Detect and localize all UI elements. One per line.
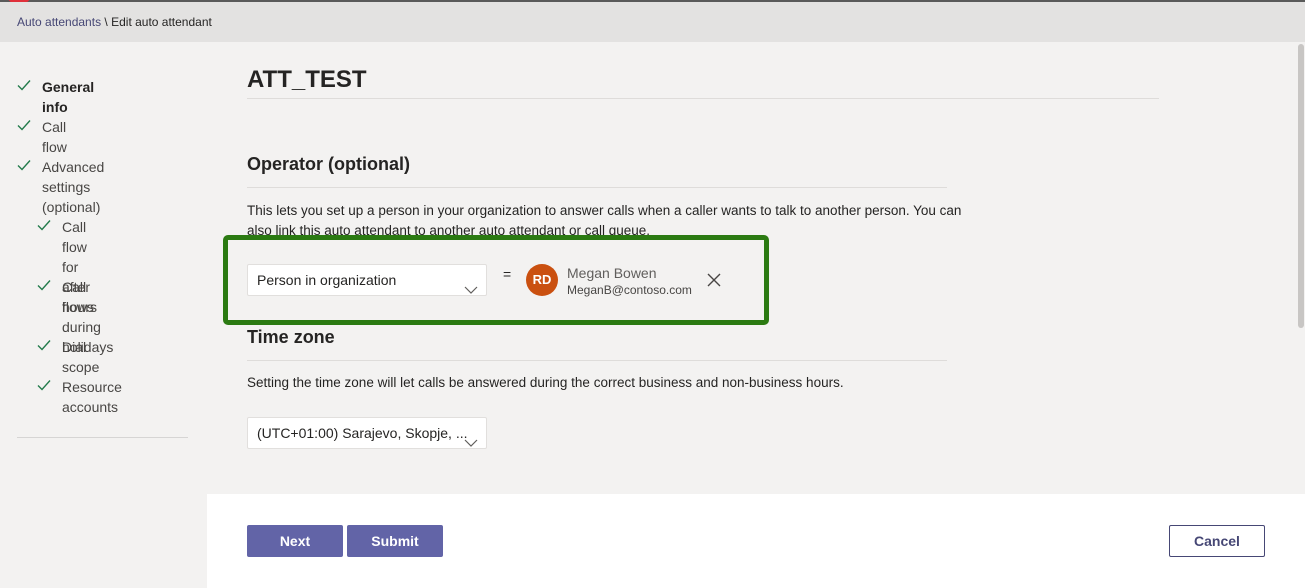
- step-label: Dial scope: [62, 339, 100, 375]
- step-label: Resource accounts: [62, 379, 122, 415]
- timezone-description: Setting the time zone will let calls be …: [247, 375, 844, 390]
- scrollbar-thumb[interactable]: [1298, 44, 1304, 328]
- main-content: ATT_TEST Operator (optional) This lets y…: [207, 42, 1297, 494]
- operator-person-name: Megan Bowen: [567, 265, 657, 281]
- remove-operator-button[interactable]: [706, 272, 722, 288]
- timezone-dropdown[interactable]: (UTC+01:00) Sarajevo, Skopje, ...: [247, 417, 487, 449]
- breadcrumb: Auto attendants \ Edit auto attendant: [0, 2, 1305, 42]
- breadcrumb-current: Edit auto attendant: [111, 15, 212, 29]
- next-button[interactable]: Next: [247, 525, 343, 557]
- submit-button[interactable]: Submit: [347, 525, 443, 557]
- operator-person-email: MeganB@contoso.com: [567, 283, 692, 297]
- checkmark-icon: [17, 157, 33, 177]
- timezone-section-divider: [247, 360, 947, 361]
- title-divider: [247, 98, 1159, 99]
- operator-type-dropdown[interactable]: Person in organization: [247, 264, 487, 296]
- checkmark-icon: [17, 77, 33, 97]
- operator-section-title: Operator (optional): [247, 154, 410, 174]
- breadcrumb-separator: \: [101, 15, 112, 29]
- avatar: RD: [526, 264, 558, 296]
- checkmark-icon: [37, 337, 53, 357]
- chevron-down-icon: [464, 275, 478, 305]
- checkmark-icon: [37, 277, 53, 297]
- footer-actions: Next Submit Cancel: [207, 494, 1305, 588]
- chevron-down-icon: [464, 428, 478, 458]
- operator-type-value: Person in organization: [257, 272, 397, 288]
- step-label: Advanced settings (optional): [42, 159, 105, 215]
- breadcrumb-auto-attendants-link[interactable]: Auto attendants: [17, 15, 101, 29]
- step-label: General info: [42, 79, 95, 115]
- timezone-section-title: Time zone: [247, 327, 335, 347]
- timezone-value: (UTC+01:00) Sarajevo, Skopje, ...: [257, 425, 468, 441]
- cancel-button[interactable]: Cancel: [1169, 525, 1265, 557]
- step-label: Call flow: [42, 119, 67, 155]
- checkmark-icon: [17, 117, 33, 137]
- sidebar-divider: [17, 437, 188, 438]
- close-icon: [707, 273, 721, 287]
- wizard-steps-sidebar: General info Call flow Advanced settings…: [0, 42, 207, 588]
- checkmark-icon: [37, 377, 53, 397]
- equals-sign: =: [503, 266, 512, 282]
- page-title: ATT_TEST: [247, 66, 367, 93]
- checkmark-icon: [37, 217, 53, 237]
- operator-section-divider: [247, 187, 947, 188]
